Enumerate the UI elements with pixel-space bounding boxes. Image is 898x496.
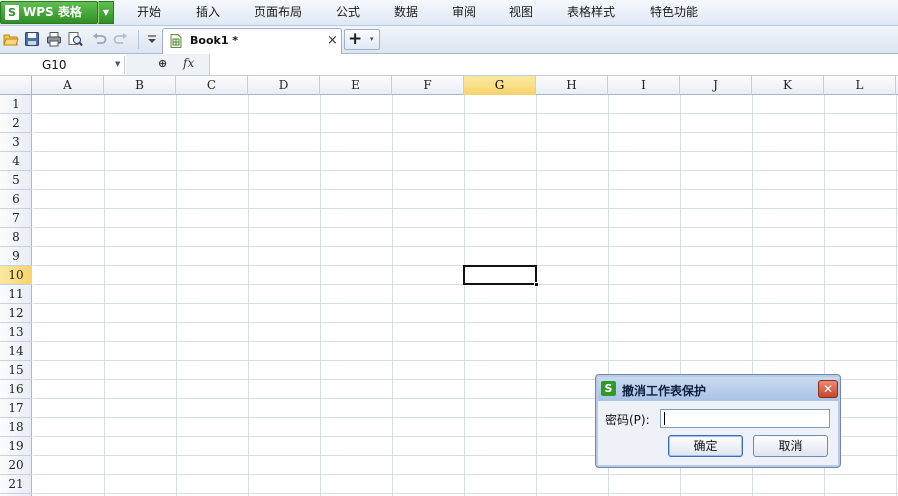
column-header-i[interactable]: I <box>608 76 680 95</box>
row-header-2[interactable]: 2 <box>0 114 32 133</box>
dialog-titlebar[interactable]: S 撤消工作表保护 ✕ <box>598 377 838 401</box>
row-header-7[interactable]: 7 <box>0 209 32 228</box>
column-headers: ABCDEFGHIJKL <box>0 76 898 95</box>
tab-close-icon[interactable]: × <box>327 33 338 48</box>
column-header-j[interactable]: J <box>680 76 752 95</box>
row-header-21[interactable]: 21 <box>0 475 32 494</box>
plus-icon: + <box>348 29 363 49</box>
password-field[interactable] <box>660 409 830 428</box>
text-caret <box>664 412 665 425</box>
row-header-18[interactable]: 18 <box>0 418 32 437</box>
dialog-close-button[interactable]: ✕ <box>818 380 838 398</box>
column-header-e[interactable]: E <box>320 76 392 95</box>
print-preview-icon[interactable] <box>67 31 83 47</box>
row-header-15[interactable]: 15 <box>0 361 32 380</box>
chevron-down-icon[interactable]: ▾ <box>370 35 374 43</box>
print-icon[interactable] <box>46 31 62 47</box>
column-header-k[interactable]: K <box>752 76 824 95</box>
app-title: WPS 表格 <box>23 5 82 19</box>
row-header-13[interactable]: 13 <box>0 323 32 342</box>
wps-logo-icon: S <box>5 5 19 20</box>
insert-function-icon[interactable]: fx <box>183 56 194 70</box>
name-box[interactable]: G10 ▼ <box>0 56 125 74</box>
formula-tools: ⊕ fx <box>126 54 210 75</box>
row-header-20[interactable]: 20 <box>0 456 32 475</box>
unprotect-sheet-dialog: S 撤消工作表保护 ✕ 密码(P): 确定 取消 <box>595 374 841 468</box>
column-header-g[interactable]: G <box>464 76 536 95</box>
row-header-12[interactable]: 12 <box>0 304 32 323</box>
menu-data[interactable]: 数据 <box>394 0 418 25</box>
chevron-down-icon[interactable]: ▼ <box>115 60 120 68</box>
password-label: 密码(P): <box>605 413 650 427</box>
row-header-11[interactable]: 11 <box>0 285 32 304</box>
new-tab-button[interactable]: + ▾ <box>344 29 380 50</box>
row-header-8[interactable]: 8 <box>0 228 32 247</box>
row-header-9[interactable]: 9 <box>0 247 32 266</box>
quick-access-toolbar: Book1 * × + ▾ <box>0 26 898 54</box>
menu-table-styles[interactable]: 表格样式 <box>567 0 615 25</box>
column-header-c[interactable]: C <box>176 76 248 95</box>
open-folder-icon[interactable] <box>3 31 19 47</box>
menu-home[interactable]: 开始 <box>137 0 161 25</box>
redo-icon[interactable] <box>113 31 129 47</box>
tab-book1[interactable]: Book1 * × <box>162 28 342 54</box>
zoom-icon[interactable]: ⊕ <box>158 57 167 70</box>
formula-input[interactable] <box>211 55 897 74</box>
row-header-17[interactable]: 17 <box>0 399 32 418</box>
menu-view[interactable]: 视图 <box>509 0 533 25</box>
menu-bar: S WPS 表格 ▼ 开始 插入 页面布局 公式 数据 审阅 视图 表格样式 特… <box>0 0 898 26</box>
menu-special-features[interactable]: 特色功能 <box>650 0 698 25</box>
row-header-3[interactable]: 3 <box>0 133 32 152</box>
app-menu-button[interactable]: S WPS 表格 <box>0 1 98 24</box>
row-header-5[interactable]: 5 <box>0 171 32 190</box>
select-all-corner[interactable] <box>0 76 32 95</box>
active-cell-g10[interactable] <box>463 265 539 287</box>
dialog-body: 密码(P): 确定 取消 <box>598 401 838 465</box>
column-header-l[interactable]: L <box>824 76 896 95</box>
menu-review[interactable]: 审阅 <box>452 0 476 25</box>
column-header-d[interactable]: D <box>248 76 320 95</box>
menu-insert[interactable]: 插入 <box>196 0 220 25</box>
spreadsheet-document-icon <box>170 34 182 48</box>
column-header-a[interactable]: A <box>32 76 104 95</box>
row-header-6[interactable]: 6 <box>0 190 32 209</box>
save-icon[interactable] <box>24 31 40 47</box>
formula-bar: G10 ▼ ⊕ fx <box>0 54 898 76</box>
column-header-b[interactable]: B <box>104 76 176 95</box>
column-header-h[interactable]: H <box>536 76 608 95</box>
row-header-10[interactable]: 10 <box>0 266 32 285</box>
menu-formulas[interactable]: 公式 <box>336 0 360 25</box>
row-headers: 1 2 3 4 5 6 7 8 9 10 11 12 13 14 15 16 17 18 19 20 21 <box>0 95 32 496</box>
row-header-4[interactable]: 4 <box>0 152 32 171</box>
row-header-1[interactable]: 1 <box>0 95 32 114</box>
fill-handle[interactable] <box>534 282 539 287</box>
tab-label: Book1 * <box>190 34 239 47</box>
dialog-title: 撤消工作表保护 <box>622 384 707 398</box>
undo-icon[interactable] <box>91 31 107 47</box>
customize-dropdown-icon[interactable] <box>144 31 160 47</box>
toolbar-separator <box>138 30 139 49</box>
ok-button[interactable]: 确定 <box>668 435 743 457</box>
name-box-value: G10 <box>42 58 67 72</box>
wps-spreadsheet-window: S WPS 表格 ▼ 开始 插入 页面布局 公式 数据 审阅 视图 表格样式 特… <box>0 0 898 496</box>
cancel-button[interactable]: 取消 <box>753 435 828 457</box>
column-header-f[interactable]: F <box>392 76 464 95</box>
row-header-14[interactable]: 14 <box>0 342 32 361</box>
app-menu-dropdown-icon[interactable]: ▼ <box>98 1 114 24</box>
wps-logo-icon: S <box>601 381 616 396</box>
row-header-19[interactable]: 19 <box>0 437 32 456</box>
menu-page-layout[interactable]: 页面布局 <box>254 0 302 25</box>
row-header-16[interactable]: 16 <box>0 380 32 399</box>
